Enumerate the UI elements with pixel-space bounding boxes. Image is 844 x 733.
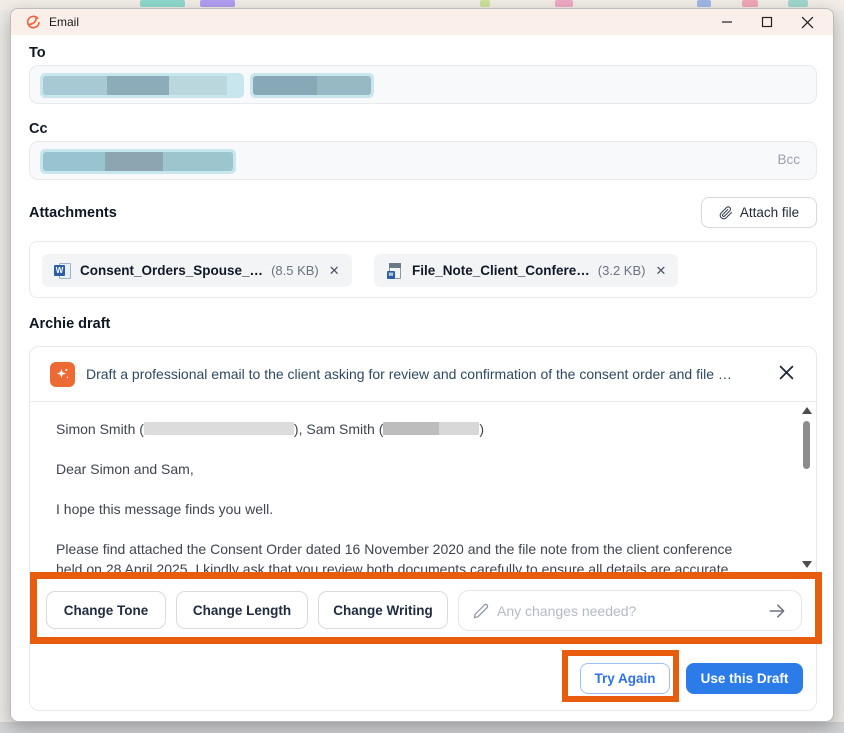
attachment-chip[interactable]: W Consent_Orders_Spouse_… (8.5 KB) ✕ — [42, 254, 352, 287]
email-dialog: Email To — [10, 8, 834, 722]
redacted-phone — [144, 422, 294, 435]
try-again-button[interactable]: Try Again — [580, 663, 670, 694]
attachment-name: File_Note_Client_Confere… — [412, 263, 590, 278]
archie-draft-panel: Draft a professional email to the client… — [29, 346, 817, 711]
attach-file-label: Attach file — [740, 205, 799, 220]
paperclip-icon — [719, 206, 733, 220]
archie-draft-label: Archie draft — [29, 316, 110, 332]
app-logo-icon — [25, 14, 41, 30]
titlebar: Email — [11, 9, 833, 35]
bcc-toggle[interactable]: Bcc — [777, 152, 800, 167]
remove-attachment-icon[interactable]: ✕ — [329, 263, 340, 279]
scroll-up-icon[interactable] — [802, 407, 812, 414]
to-recipient-chip-redacted — [40, 73, 244, 98]
change-request-field[interactable] — [458, 590, 802, 631]
remove-attachment-icon[interactable]: ✕ — [655, 263, 666, 279]
draft-prompt-header: Draft a professional email to the client… — [30, 347, 816, 402]
to-recipient-chip-redacted — [250, 73, 374, 98]
change-writing-button[interactable]: Change Writing — [318, 591, 448, 629]
attach-file-button[interactable]: Attach file — [701, 197, 817, 228]
change-length-button[interactable]: Change Length — [176, 591, 308, 629]
word-doc-icon: W — [54, 262, 72, 280]
backdrop-blob — [555, 0, 573, 7]
to-label: To — [29, 45, 46, 61]
attachment-name: Consent_Orders_Spouse_… — [80, 263, 263, 278]
close-draft-icon[interactable] — [779, 365, 794, 383]
maximize-icon[interactable] — [747, 9, 787, 35]
draft-salutation: Dear Simon and Sam, — [56, 459, 801, 479]
close-icon[interactable] — [787, 9, 827, 35]
scroll-down-icon[interactable] — [802, 561, 812, 568]
backdrop-blob — [200, 0, 235, 7]
attachments-list: W Consent_Orders_Spouse_… (8.5 KB) ✕ w F… — [29, 241, 817, 298]
draft-para1: I hope this message finds you well. — [56, 499, 801, 519]
backdrop-blob — [742, 0, 758, 7]
draft-body-text[interactable]: Simon Smith (), Sam Smith () Dear Simon … — [56, 419, 801, 579]
window-controls — [707, 9, 827, 35]
backdrop-blob — [697, 0, 711, 7]
attachments-label: Attachments — [29, 205, 117, 221]
backdrop-blob — [480, 0, 490, 7]
cc-label: Cc — [29, 121, 48, 137]
use-this-draft-button[interactable]: Use this Draft — [686, 663, 803, 694]
redacted-phone — [383, 422, 479, 435]
attachment-size: (3.2 KB) — [598, 263, 646, 278]
backdrop-blob — [140, 0, 185, 7]
draft-para2: Please find attached the Consent Order d… — [56, 539, 801, 579]
cc-field[interactable]: Bcc — [29, 141, 817, 180]
screen: Email To — [0, 0, 844, 733]
window-title: Email — [49, 15, 79, 29]
attachment-chip[interactable]: w File_Note_Client_Confere… (3.2 KB) ✕ — [374, 254, 678, 287]
cc-recipient-chip-redacted — [40, 149, 236, 174]
change-request-input[interactable] — [497, 603, 767, 619]
sparkle-icon — [50, 362, 75, 387]
to-field[interactable] — [29, 65, 817, 104]
draft-prompt-text: Draft a professional email to the client… — [86, 366, 754, 382]
draft-greeting-line: Simon Smith (), Sam Smith () — [56, 419, 801, 439]
draft-scrollbar[interactable] — [800, 405, 813, 570]
word-doc-icon: w — [386, 262, 404, 280]
scrollbar-thumb[interactable] — [803, 421, 810, 469]
background-window-bottom — [0, 722, 844, 733]
attachment-size: (8.5 KB) — [271, 263, 319, 278]
submit-arrow-icon[interactable] — [767, 601, 787, 621]
backdrop-blob — [788, 0, 808, 7]
change-tone-button[interactable]: Change Tone — [46, 591, 166, 629]
pencil-icon — [473, 603, 489, 619]
minimize-icon[interactable] — [707, 9, 747, 35]
